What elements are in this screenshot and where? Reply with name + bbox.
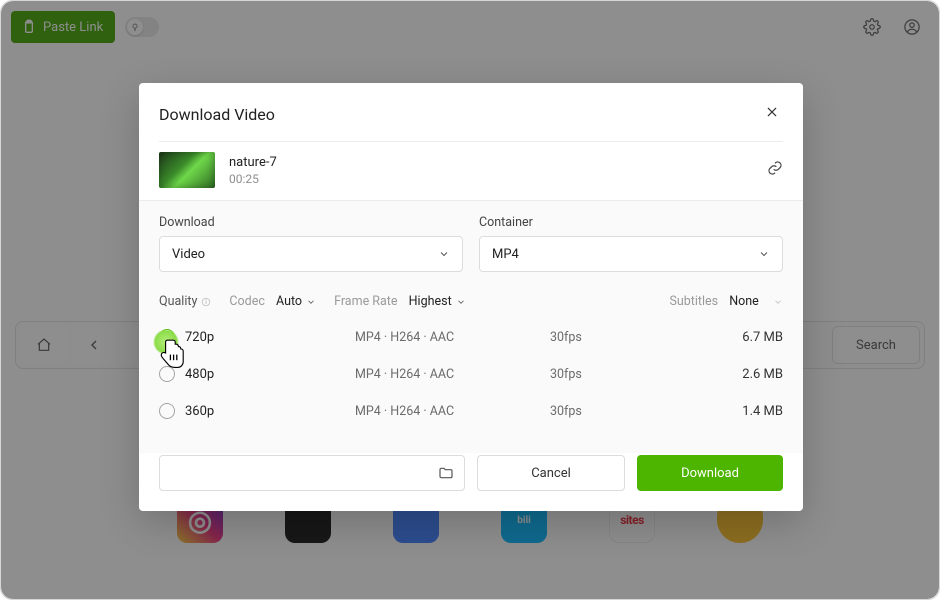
link-icon	[767, 160, 783, 176]
framerate-filter[interactable]: Frame Rate Highest	[334, 294, 466, 309]
quality-radio[interactable]	[159, 366, 175, 382]
info-icon	[201, 297, 211, 307]
download-type-value: Video	[172, 247, 205, 262]
download-type-label: Download	[159, 215, 463, 230]
quality-list: 720p MP4 · H264 · AAC 30fps 6.7 MB 480p …	[139, 313, 803, 453]
modal-title: Download Video	[159, 105, 275, 124]
quality-fps: 30fps	[530, 367, 630, 382]
quality-row[interactable]: 480p MP4 · H264 · AAC 30fps 2.6 MB	[159, 355, 783, 392]
download-button[interactable]: Download	[637, 455, 783, 491]
quality-size: 6.7 MB	[630, 330, 783, 345]
quality-fps: 30fps	[530, 330, 630, 345]
quality-row[interactable]: 720p MP4 · H264 · AAC 30fps 6.7 MB	[159, 319, 783, 355]
video-duration: 00:25	[229, 172, 753, 186]
folder-icon	[438, 465, 454, 481]
video-info-row: nature-7 00:25	[139, 142, 803, 200]
quality-format: MP4 · H264 · AAC	[355, 404, 530, 419]
close-icon	[765, 105, 779, 119]
quality-size: 1.4 MB	[630, 404, 783, 419]
subtitles-filter[interactable]: Subtitles None	[669, 294, 783, 309]
quality-row[interactable]: 360p MP4 · H264 · AAC 30fps 1.4 MB	[159, 392, 783, 429]
quality-radio[interactable]	[159, 329, 175, 345]
quality-res: 720p	[185, 330, 355, 345]
chevron-down-icon	[306, 297, 316, 307]
download-modal: Download Video nature-7 00:25 Download V…	[139, 83, 803, 511]
quality-format: MP4 · H264 · AAC	[355, 367, 530, 382]
cancel-button[interactable]: Cancel	[477, 455, 625, 491]
save-path-input[interactable]	[159, 455, 465, 491]
quality-format: MP4 · H264 · AAC	[355, 330, 530, 345]
quality-fps: 30fps	[530, 404, 630, 419]
copy-link-button[interactable]	[767, 160, 783, 180]
quality-radio[interactable]	[159, 403, 175, 419]
chevron-down-icon	[438, 248, 450, 260]
video-name: nature-7	[229, 155, 753, 170]
video-thumbnail	[159, 152, 215, 188]
codec-filter[interactable]: Codec Auto	[229, 294, 316, 309]
chevron-down-icon	[773, 297, 783, 307]
close-button[interactable]	[761, 101, 783, 127]
quality-res: 480p	[185, 367, 355, 382]
quality-res: 360p	[185, 404, 355, 419]
download-type-select[interactable]: Video	[159, 236, 463, 272]
quality-header: Quality	[159, 294, 211, 309]
quality-size: 2.6 MB	[630, 367, 783, 382]
container-value: MP4	[492, 247, 519, 262]
chevron-down-icon	[456, 297, 466, 307]
container-select[interactable]: MP4	[479, 236, 783, 272]
container-label: Container	[479, 215, 783, 230]
chevron-down-icon	[758, 248, 770, 260]
